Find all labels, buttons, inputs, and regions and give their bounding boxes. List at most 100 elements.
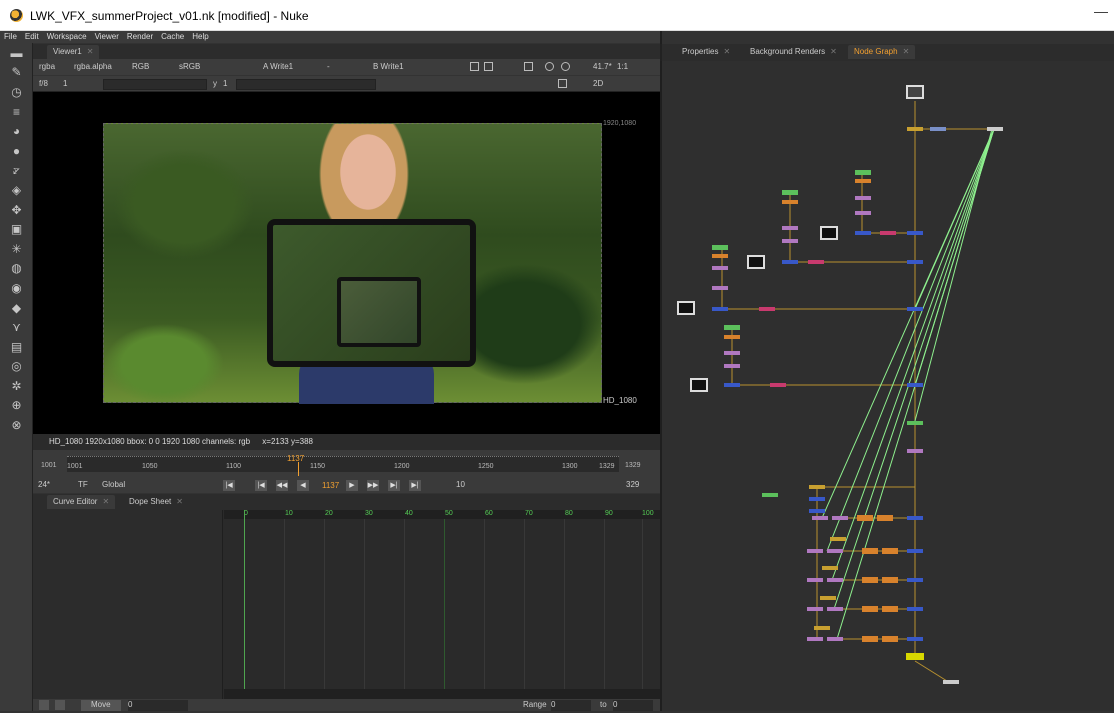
viewer-node[interactable] <box>943 680 959 684</box>
close-icon[interactable]: ✕ <box>903 47 910 56</box>
channels-dropdown[interactable]: rgba <box>39 62 55 73</box>
read-node[interactable] <box>690 378 708 392</box>
node-blue[interactable] <box>724 383 740 387</box>
node-gray[interactable] <box>987 127 1003 131</box>
timeline-bar[interactable]: 1001 1001 1050 1100 1150 1200 1250 1300 … <box>33 450 660 478</box>
next-keyframe-button[interactable]: ▶| <box>388 480 400 491</box>
close-icon[interactable]: ✕ <box>176 497 183 506</box>
next-increment-button[interactable]: ▶▶ <box>367 480 379 491</box>
close-icon[interactable]: ✕ <box>102 497 109 506</box>
node-purple[interactable] <box>724 351 740 355</box>
node-blue[interactable] <box>712 307 728 311</box>
node-orange[interactable] <box>782 200 798 204</box>
tf-dropdown[interactable]: TF <box>78 480 88 491</box>
node-green[interactable] <box>855 170 871 175</box>
pause-icon[interactable] <box>561 62 570 71</box>
viewer-canvas[interactable]: 1920,1080 HD_1080 <box>33 92 660 434</box>
close-icon[interactable]: ✕ <box>830 47 837 56</box>
tab-dope-sheet[interactable]: Dope Sheet ✕ <box>123 495 189 509</box>
frame-count-field[interactable]: 329 <box>626 480 639 491</box>
range-start-field[interactable]: 0 <box>551 700 591 711</box>
node-gold[interactable] <box>907 127 923 131</box>
close-icon[interactable]: ✕ <box>723 47 730 56</box>
node-blue[interactable] <box>782 260 798 264</box>
node-pink[interactable] <box>759 307 775 311</box>
node-orange[interactable] <box>855 179 871 183</box>
timeline-track[interactable]: 1001 1050 1100 1150 1200 1250 1300 1329 <box>67 456 619 472</box>
node-blue[interactable] <box>907 307 923 311</box>
fstop-value[interactable]: f/8 <box>39 79 48 90</box>
dope-sheet-playhead[interactable] <box>244 510 245 699</box>
node-blue[interactable] <box>809 509 825 513</box>
toolsets-tool-icon[interactable]: ⋎ <box>0 317 33 337</box>
node-blue[interactable] <box>907 383 923 387</box>
filter-tool-icon[interactable]: ● <box>0 141 33 161</box>
time-tool-icon[interactable]: ◷ <box>0 82 33 102</box>
play-forward-button[interactable]: ▶ <box>346 480 358 491</box>
wipe-op-dropdown[interactable]: - <box>327 62 330 73</box>
merge-tool-icon[interactable]: ◈ <box>0 180 33 200</box>
node-dot[interactable] <box>907 421 923 425</box>
deep-tool-icon[interactable]: ◍ <box>0 259 33 279</box>
roi-icon[interactable] <box>470 62 479 71</box>
transform-tool-icon[interactable]: ✥ <box>0 200 33 220</box>
folder-icon[interactable] <box>55 700 65 710</box>
plugin-tool-icon[interactable]: ⊕ <box>0 396 33 416</box>
image-tool-icon[interactable]: ▬ <box>0 43 33 63</box>
node-graph-svg[interactable] <box>662 61 1114 711</box>
minimize-button[interactable]: — <box>1094 3 1108 19</box>
gizmo-tool-icon[interactable]: ⊗ <box>0 415 33 435</box>
read-node[interactable] <box>820 226 838 240</box>
tab-curve-editor[interactable]: Curve Editor ✕ <box>47 495 116 509</box>
node-purple[interactable] <box>724 364 740 368</box>
tab-properties[interactable]: Properties ✕ <box>676 45 737 59</box>
read-node[interactable] <box>677 301 695 315</box>
b-input-dropdown[interactable]: B Write1 <box>373 62 404 73</box>
curve-list-panel[interactable] <box>33 510 223 699</box>
zoom-dropdown[interactable]: 41.7* <box>593 62 612 73</box>
first-frame-button[interactable]: |◀ <box>223 480 235 491</box>
gamma-slider[interactable] <box>236 79 376 90</box>
node-purple[interactable] <box>782 226 798 230</box>
colorspace-dropdown[interactable]: RGB <box>132 62 149 73</box>
node-green[interactable] <box>712 245 728 250</box>
node-gold[interactable] <box>809 485 825 489</box>
menu-help[interactable]: Help <box>188 31 212 42</box>
menu-viewer[interactable]: Viewer <box>91 31 123 42</box>
furnace-tool-icon[interactable]: ◎ <box>0 357 33 377</box>
tab-node-graph[interactable]: Node Graph ✕ <box>848 45 916 59</box>
mode-dropdown[interactable]: 2D <box>593 79 603 90</box>
node-blue[interactable] <box>907 231 923 235</box>
particles-tool-icon[interactable]: ✳ <box>0 239 33 259</box>
tab-background-renders[interactable]: Background Renders ✕ <box>744 45 843 59</box>
fps-dropdown[interactable]: 24* <box>38 480 50 491</box>
dope-sheet-area[interactable]: 0 10 20 30 40 50 60 70 80 90 100 <box>33 510 660 699</box>
3d-tool-icon[interactable]: ▣ <box>0 219 33 239</box>
close-icon[interactable]: ✕ <box>87 47 94 56</box>
timeline-playhead[interactable] <box>298 462 299 476</box>
tab-viewer1[interactable]: Viewer1 ✕ <box>47 45 100 59</box>
timeline-in-point[interactable]: 1001 <box>41 462 57 469</box>
node-blue[interactable] <box>809 497 825 501</box>
node-orange[interactable] <box>724 335 740 339</box>
node-blue[interactable] <box>855 231 871 235</box>
keyframe-icon[interactable] <box>39 700 49 710</box>
node-purple[interactable] <box>855 211 871 215</box>
other-tool-icon[interactable]: ▤ <box>0 337 33 357</box>
metadata-tool-icon[interactable]: ◆ <box>0 298 33 318</box>
range-end-field[interactable]: 0 <box>613 700 653 711</box>
timeline-out-point[interactable]: 1329 <box>625 462 641 469</box>
menu-workspace[interactable]: Workspace <box>43 31 91 42</box>
lut-dropdown[interactable]: sRGB <box>179 62 200 73</box>
proxy-icon[interactable] <box>484 62 493 71</box>
node-row[interactable] <box>807 626 923 642</box>
current-frame-field[interactable]: 1137 <box>322 481 339 490</box>
move-value-field[interactable]: 0 <box>128 700 188 711</box>
ratio-dropdown[interactable]: 1:1 <box>617 62 628 73</box>
node-pink[interactable] <box>808 260 824 264</box>
node-green[interactable] <box>724 325 740 330</box>
move-button[interactable]: Move <box>81 700 121 711</box>
gamma-value[interactable]: 1 <box>223 79 227 90</box>
node-graph-canvas[interactable] <box>662 61 1114 711</box>
frame-step-value[interactable]: 1 <box>63 79 67 90</box>
